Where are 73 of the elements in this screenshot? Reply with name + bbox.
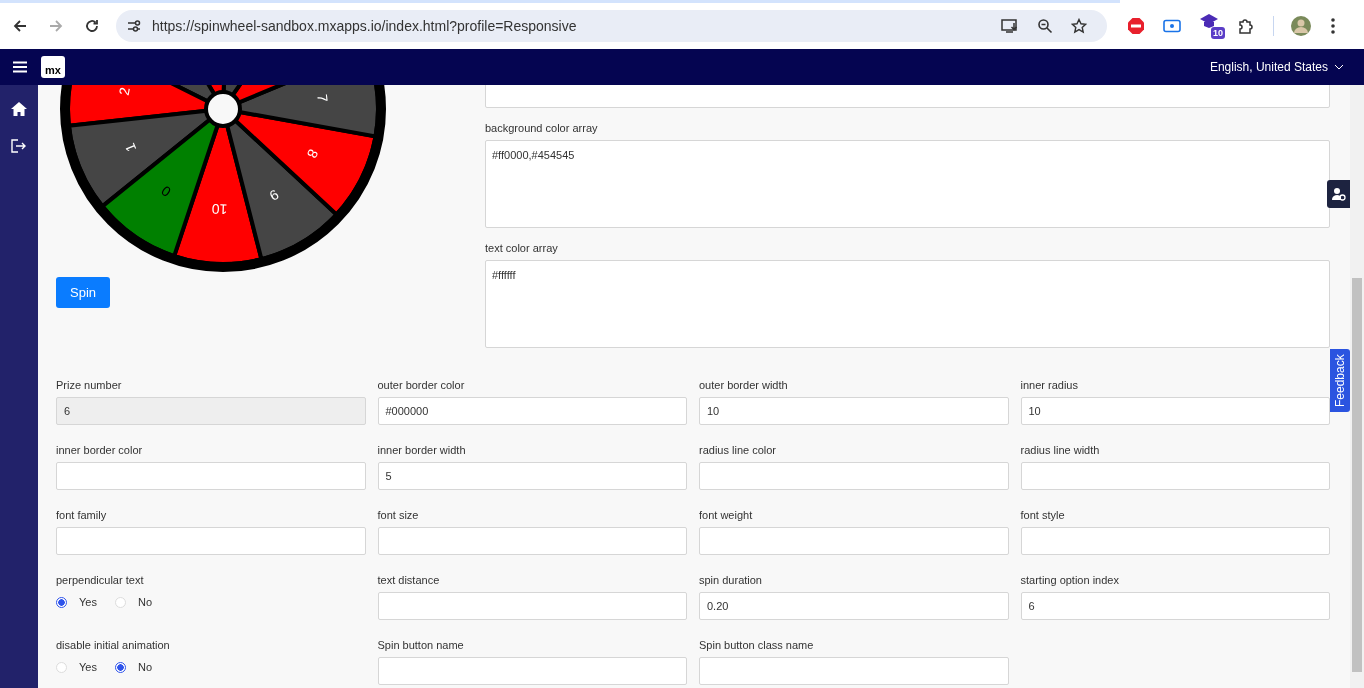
user-settings-tab[interactable] <box>1327 180 1350 208</box>
install-app-icon[interactable] <box>1001 18 1020 34</box>
input-field[interactable] <box>377 657 687 685</box>
radio-button[interactable] <box>56 596 67 608</box>
field-label: perpendicular text <box>56 574 145 586</box>
input-field[interactable] <box>56 462 366 490</box>
field-label: text color array <box>485 242 559 254</box>
feedback-tab[interactable]: Feedback <box>1330 349 1350 412</box>
logo[interactable]: mx <box>41 56 65 78</box>
forward-icon[interactable] <box>48 18 64 34</box>
chevron-down-icon <box>1334 64 1344 70</box>
field-label: font family <box>56 509 108 521</box>
language-selector[interactable]: English, United States <box>1209 60 1344 74</box>
menu-icon[interactable] <box>13 61 27 73</box>
radio-label: No <box>137 661 152 673</box>
home-icon[interactable] <box>10 101 28 117</box>
stop-sign-icon[interactable] <box>1127 17 1146 35</box>
input-field[interactable] <box>699 462 1009 490</box>
radio-button[interactable] <box>114 661 126 673</box>
radio-label: Yes <box>79 661 97 673</box>
field-label: spin duration <box>699 574 763 586</box>
star-icon[interactable] <box>1071 18 1088 34</box>
radio-label: No <box>137 596 152 608</box>
field-label: background color array <box>485 122 599 134</box>
input-field[interactable] <box>1020 527 1330 555</box>
field-label: Spin button class name <box>699 639 815 651</box>
field-label: starting option index <box>1020 574 1120 586</box>
address-bar[interactable]: https://spinwheel-sandbox.mxapps.io/index.html?profile=Responsive <box>116 10 1108 42</box>
field-label: font weight <box>699 509 754 521</box>
scrollbar[interactable] <box>1350 85 1364 688</box>
prize-wheel-drawing[interactable]: 10 9 8 7 2 1 0 <box>58 85 388 274</box>
field-label: inner border color <box>56 444 144 456</box>
input-field[interactable] <box>377 592 687 620</box>
sign-out-icon[interactable] <box>11 139 27 153</box>
site-settings-icon[interactable] <box>126 18 142 34</box>
url-text: https://spinwheel-sandbox.mxapps.io/index.html?profile=Responsive <box>152 18 577 34</box>
field-label: font style <box>1020 509 1066 521</box>
input-field[interactable] <box>699 657 1009 685</box>
extension-badge: 10 <box>1211 27 1225 39</box>
field-label: inner border width <box>377 444 467 456</box>
field-label: radius line width <box>1020 444 1101 456</box>
more-menu-icon[interactable] <box>1330 17 1336 35</box>
spin-button[interactable]: Spin <box>56 277 110 308</box>
input-field[interactable]: #000000 <box>377 397 687 425</box>
input-field[interactable] <box>1020 462 1330 490</box>
field-label: Prize number <box>56 379 123 391</box>
zoom-out-icon[interactable] <box>1037 18 1054 34</box>
input-field[interactable]: 10 <box>699 397 1009 425</box>
input-field[interactable] <box>377 527 687 555</box>
input-field[interactable]: 6 <box>1020 592 1330 620</box>
field-label: text distance <box>377 574 441 586</box>
input-field[interactable]: 5 <box>377 462 687 490</box>
avatar-icon[interactable] <box>1290 15 1312 37</box>
text-area[interactable]: #ff0000,#454545 <box>485 140 1330 228</box>
user-gear-icon <box>1331 187 1346 201</box>
field-label: disable initial animation <box>56 639 171 651</box>
screen-icon[interactable] <box>1163 19 1182 33</box>
field-label: outer border width <box>699 379 789 391</box>
field-label: outer border color <box>377 379 466 391</box>
field-label: radius line color <box>699 444 778 456</box>
field-label: inner radius <box>1020 379 1079 391</box>
graduation-cap-icon[interactable] <box>1199 13 1220 29</box>
input-field[interactable]: 10 <box>1020 397 1330 425</box>
input-field[interactable]: 0.20 <box>699 592 1009 620</box>
back-icon[interactable] <box>12 18 28 34</box>
input-field[interactable] <box>56 527 366 555</box>
field-label: font size <box>377 509 420 521</box>
reload-icon[interactable] <box>84 18 100 34</box>
text-area[interactable]: #ffffff <box>485 260 1330 348</box>
field-label: Spin button name <box>377 639 465 651</box>
input-field[interactable] <box>699 527 1009 555</box>
radio-label: Yes <box>79 596 97 608</box>
puzzle-icon[interactable] <box>1237 17 1255 35</box>
